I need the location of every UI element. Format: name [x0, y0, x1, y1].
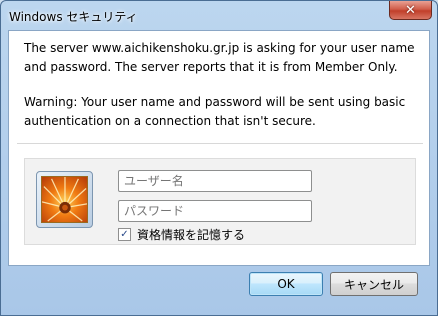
remember-checkbox[interactable]: ✓ [118, 228, 131, 241]
server-message: The server www.aichikenshoku.gr.jp is as… [24, 41, 415, 74]
window-title: Windows セキュリティ [9, 10, 138, 24]
separator [17, 143, 423, 144]
close-button[interactable]: ✕ [389, 1, 432, 20]
dialog-content: The server www.aichikenshoku.gr.jp is as… [8, 30, 430, 266]
remember-label: 資格情報を記憶する [137, 228, 246, 242]
warning-message: Warning: Your user name and password wil… [24, 95, 406, 128]
title-bar[interactable]: Windows セキュリティ ✕ [1, 1, 437, 31]
flower-icon [41, 176, 88, 223]
dialog-window: Windows セキュリティ ✕ The server www.aichiken… [0, 0, 438, 316]
close-icon: ✕ [405, 2, 416, 18]
password-field[interactable] [118, 200, 312, 222]
remember-credentials[interactable]: ✓ 資格情報を記憶する [118, 226, 245, 243]
credential-panel: ✓ 資格情報を記憶する [24, 158, 416, 245]
username-field[interactable] [118, 170, 312, 192]
cancel-button[interactable]: キャンセル [330, 272, 418, 296]
check-icon: ✓ [120, 228, 129, 240]
user-avatar [36, 171, 93, 228]
ok-button[interactable]: OK [249, 272, 323, 296]
